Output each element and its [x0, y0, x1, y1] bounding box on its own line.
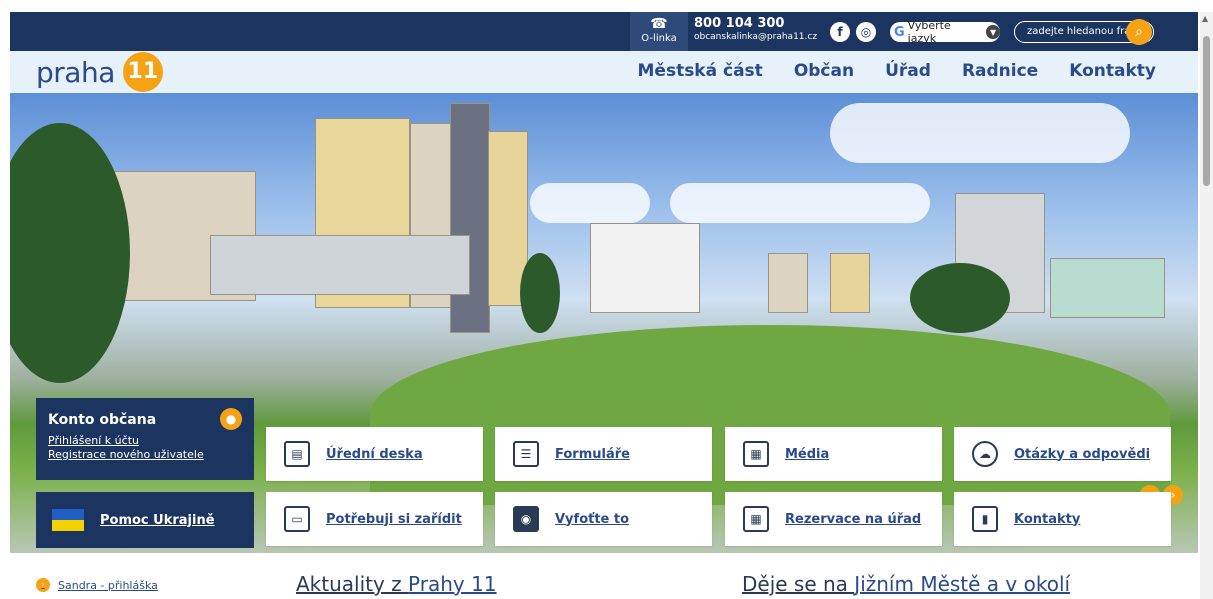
chevron-right-icon: › — [36, 578, 50, 592]
user-icon: ● — [220, 408, 242, 430]
building — [830, 253, 870, 313]
register-link[interactable]: Registrace nového uživatele — [48, 448, 242, 462]
building — [768, 253, 808, 313]
citizen-account-panel: Konto občana ● Přihlášení k účtu Registr… — [36, 398, 254, 480]
calendar-clock-icon: ▦ — [743, 506, 769, 532]
nav-urad[interactable]: Úřad — [885, 61, 931, 81]
tile-potrebuji[interactable]: ▭ Potřebuji si zařídit — [266, 492, 483, 546]
facebook-icon[interactable]: f — [830, 22, 850, 42]
tile-label: Vyfoťte to — [555, 511, 630, 527]
language-select-label: Vyberte jazyk — [907, 19, 951, 45]
newspaper-icon: ▦ — [743, 441, 769, 467]
building — [590, 223, 700, 313]
tile-formulare[interactable]: ☰ Formuláře — [495, 427, 712, 481]
cloud — [670, 183, 930, 223]
contact-info: 800 104 300 obcanskalinka@praha11.cz — [694, 16, 817, 43]
building — [210, 235, 470, 295]
tile-label: Otázky a odpovědi — [1014, 446, 1151, 462]
events-heading[interactable]: Děje se na Jižním Městě a v okolí — [742, 572, 1070, 596]
tile-label: Kontakty — [1014, 511, 1081, 527]
tile-uredni-deska[interactable]: ▤ Úřední deska — [266, 427, 483, 481]
hero-image: ‹ › — [10, 93, 1198, 553]
scrollbar[interactable]: ▲ — [1200, 12, 1213, 599]
contact-card-icon: ▮ — [972, 506, 998, 532]
ukraine-help-label: Pomoc Ukrajině — [100, 512, 215, 528]
chevron-down-icon: ▼ — [986, 25, 1000, 39]
tree — [520, 253, 560, 333]
phone-icon: ☎ — [650, 16, 668, 32]
building — [450, 103, 490, 333]
nav-radnice[interactable]: Radnice — [962, 61, 1038, 81]
building — [1050, 258, 1165, 318]
news-heading-highlight: Prahy 11 — [408, 572, 497, 596]
logo-text: praha — [36, 55, 115, 89]
email-link[interactable]: obcanskalinka@praha11.cz — [694, 31, 817, 43]
nav-mestska-cast[interactable]: Městská část — [638, 61, 763, 81]
events-heading-highlight: Jižním Městě a v okolí — [854, 572, 1071, 596]
sandra-link[interactable]: › Sandra - přihláška — [36, 578, 158, 592]
tile-otazky[interactable]: ☁ Otázky a odpovědi — [954, 427, 1171, 481]
logo-number: 11 — [122, 52, 163, 92]
notice-board-icon: ▤ — [284, 441, 310, 467]
clipboard-icon: ☰ — [513, 441, 539, 467]
tree — [910, 263, 1010, 333]
tile-label: Formuláře — [555, 446, 630, 462]
cloud — [830, 103, 1130, 163]
id-card-icon: ▭ — [284, 506, 310, 532]
nav-kontakty[interactable]: Kontakty — [1069, 61, 1156, 81]
main-navigation: praha 11 Městská část Občan Úřad Radnice… — [10, 51, 1198, 93]
tile-label: Média — [785, 446, 830, 462]
chat-bubbles-icon: ☁ — [972, 441, 998, 467]
tile-label: Úřední deska — [326, 446, 423, 462]
site-logo[interactable]: praha 11 — [36, 52, 163, 92]
panel-title: Konto občana — [48, 412, 157, 428]
scrollbar-thumb[interactable] — [1203, 36, 1210, 186]
search-icon[interactable]: ⌕ — [1126, 19, 1152, 45]
top-bar: ☎ O-linka 800 104 300 obcanskalinka@prah… — [10, 12, 1198, 51]
tile-label: Rezervace na úřad — [785, 511, 922, 527]
ukraine-flag-icon — [52, 509, 84, 531]
ukraine-help-button[interactable]: Pomoc Ukrajině — [36, 492, 254, 548]
tile-label: Potřebuji si zařídit — [326, 511, 462, 527]
cloud — [530, 183, 650, 223]
news-heading[interactable]: Aktuality z Prahy 11 — [296, 572, 497, 596]
instagram-icon[interactable]: ◎ — [856, 22, 876, 42]
news-heading-prefix: Aktuality z — [296, 572, 409, 596]
sandra-link-label: Sandra - přihláška — [58, 578, 158, 592]
scroll-up-icon[interactable]: ▲ — [1202, 14, 1208, 23]
events-heading-prefix: Děje se na — [742, 572, 855, 596]
olinka-button[interactable]: ☎ O-linka — [630, 12, 688, 51]
google-translate-icon: G — [894, 24, 905, 40]
tile-kontakty[interactable]: ▮ Kontakty — [954, 492, 1171, 546]
nav-obcan[interactable]: Občan — [794, 61, 854, 81]
language-select[interactable]: G Vyberte jazyk ▼ — [890, 19, 1000, 45]
login-link[interactable]: Přihlášení k účtu — [48, 434, 242, 448]
tile-media[interactable]: ▦ Média — [725, 427, 942, 481]
tile-vyfotte[interactable]: ◉ Vyfoťte to — [495, 492, 712, 546]
olinka-label: O-linka — [641, 33, 677, 44]
tree — [10, 123, 130, 383]
phone-number[interactable]: 800 104 300 — [694, 16, 817, 31]
camera-icon: ◉ — [513, 506, 539, 532]
tile-rezervace[interactable]: ▦ Rezervace na úřad — [725, 492, 942, 546]
